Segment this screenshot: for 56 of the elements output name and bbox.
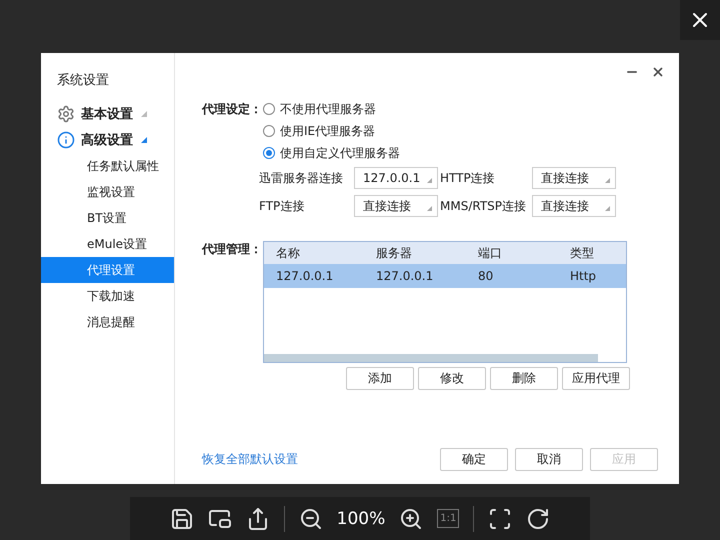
nav-item[interactable]: 监视设置 — [41, 179, 174, 205]
nav-item[interactable]: 消息提醒 — [41, 309, 174, 335]
dialog-title: 系统设置 — [56, 72, 110, 89]
table-cell-text: Http — [569, 269, 598, 283]
nav-group[interactable]: 高级设置 — [41, 127, 174, 153]
table-cell-text: 80 — [477, 269, 494, 283]
gear-icon — [57, 105, 75, 123]
nav-item[interactable]: 任务默认属性 — [41, 153, 174, 179]
connection-dropdown[interactable]: 直接连接 — [354, 195, 438, 217]
nav-group-label: 高级设置 — [81, 132, 133, 149]
column-header: 端口 — [477, 244, 503, 262]
proxy-setting-label: 代理设定： — [202, 101, 263, 118]
connection-label: 迅雷服务器连接 — [259, 170, 344, 186]
radio-button[interactable] — [263, 125, 275, 137]
radio-button[interactable] — [263, 103, 275, 115]
nav-item[interactable]: eMule设置 — [41, 231, 174, 257]
connection-label: HTTP连接 — [440, 170, 496, 186]
column-header: 类型 — [569, 244, 595, 262]
nav-item[interactable]: BT设置 — [41, 205, 174, 231]
table-cell-text: 127.0.0.1 — [275, 269, 334, 283]
radio-label: 使用IE代理服务器 — [280, 122, 376, 140]
column-header: 名称 — [275, 244, 301, 262]
save-icon[interactable] — [170, 506, 194, 530]
dialog-button[interactable]: 取消 — [515, 448, 583, 471]
connection-label: MMS/RTSP连接 — [440, 198, 528, 214]
zoom-in-icon[interactable] — [399, 506, 424, 530]
proxy-management-label: 代理管理： — [202, 241, 263, 258]
connection-dropdown[interactable]: 127.0.0.1 — [354, 167, 438, 189]
column-header: 服务器 — [375, 244, 413, 262]
proxy-action-button[interactable]: 删除 — [490, 367, 558, 390]
nav-group-label: 基本设置 — [81, 106, 133, 123]
nav-item[interactable]: 代理设置 — [41, 257, 174, 283]
dialog-button[interactable]: 确定 — [440, 448, 508, 471]
zoom-level: 100% — [336, 508, 386, 528]
connection-label: FTP连接 — [259, 198, 306, 214]
connection-dropdown[interactable]: 直接连接 — [532, 167, 616, 189]
proxy-action-button[interactable]: 应用代理 — [562, 367, 630, 390]
reset-defaults-link[interactable]: 恢复全部默认设置 — [202, 451, 298, 468]
proxy-action-button[interactable]: 添加 — [346, 367, 414, 390]
zoom-out-icon[interactable] — [298, 506, 323, 530]
table-cell-text: 127.0.0.1 — [375, 269, 434, 283]
rotate-icon[interactable] — [526, 506, 550, 530]
table-row[interactable]: 127.0.0.1 127.0.0.1 80 Http — [264, 264, 626, 288]
close-icon[interactable] — [651, 65, 665, 79]
radio-label: 不使用代理服务器 — [280, 100, 376, 118]
actual-size-button[interactable]: 1:1 — [437, 509, 460, 528]
radio-label: 使用自定义代理服务器 — [280, 144, 400, 162]
nav-item[interactable]: 下载加速 — [41, 283, 174, 309]
horizontal-scrollbar[interactable] — [264, 354, 598, 362]
connection-dropdown[interactable]: 直接连接 — [532, 195, 616, 217]
nav-group[interactable]: 基本设置 — [41, 101, 174, 127]
proxy-action-button[interactable]: 修改 — [418, 367, 486, 390]
info-icon — [57, 131, 75, 149]
fullscreen-icon[interactable] — [488, 506, 512, 530]
close-button[interactable] — [680, 0, 720, 40]
radio-button[interactable] — [263, 147, 275, 159]
